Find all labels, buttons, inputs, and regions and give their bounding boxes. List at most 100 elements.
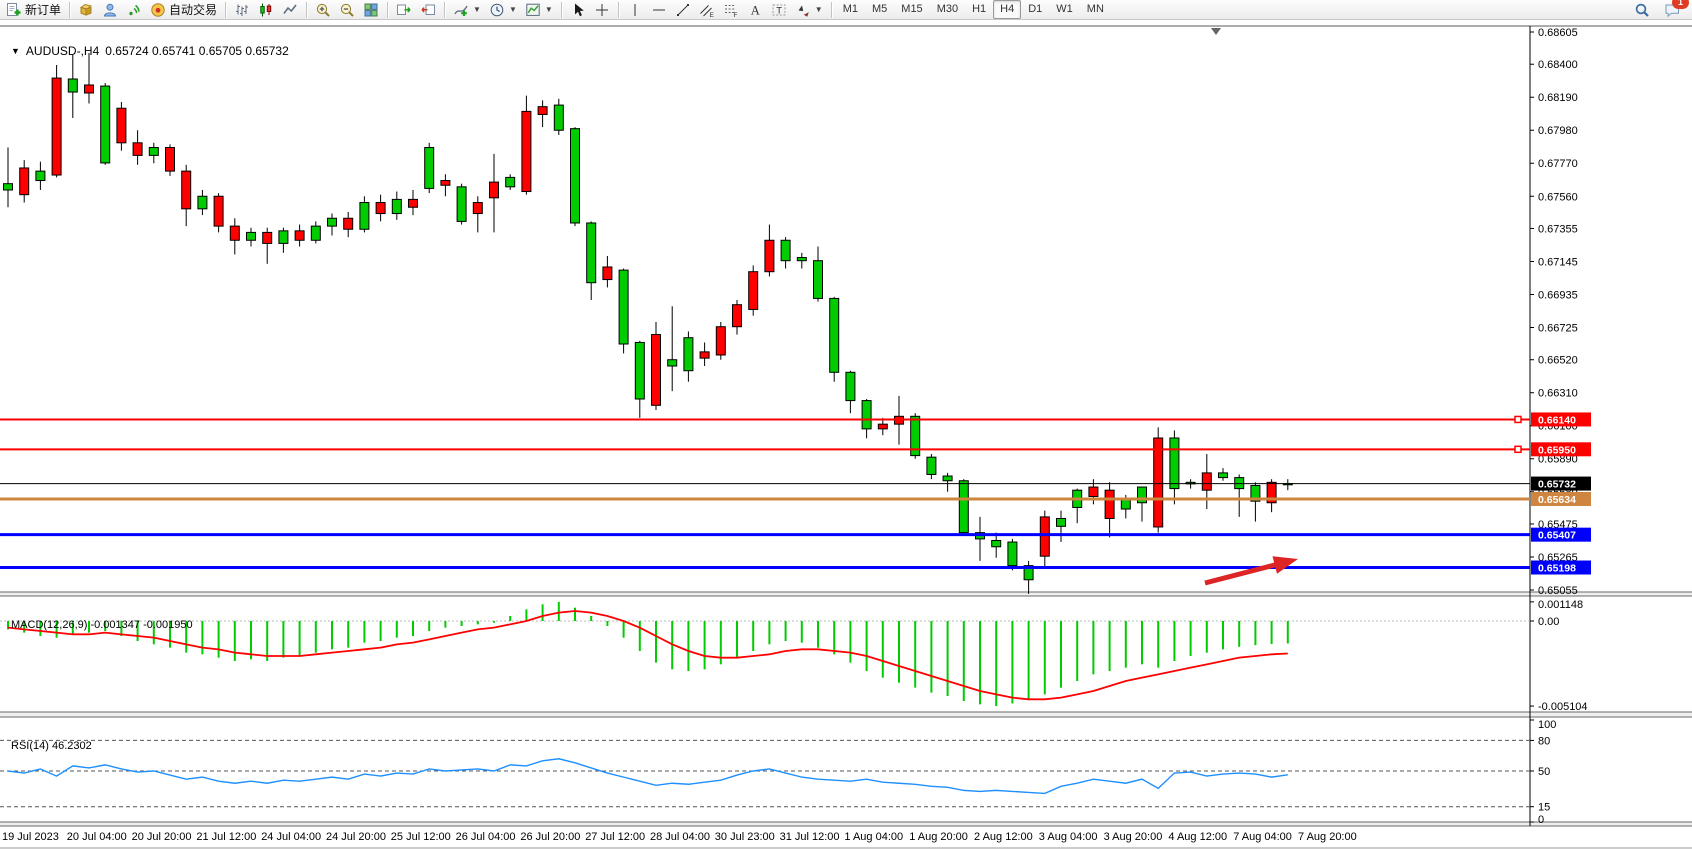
candle-body bbox=[1040, 517, 1049, 556]
trendline-button[interactable] bbox=[671, 0, 695, 20]
zoom-out-button[interactable] bbox=[335, 0, 359, 20]
svg-text:A: A bbox=[751, 3, 760, 17]
candle-body bbox=[425, 148, 434, 189]
fibonacci-icon: F bbox=[723, 2, 739, 18]
indicators-button[interactable]: ▼ bbox=[449, 0, 485, 20]
text-label-button[interactable]: T bbox=[767, 0, 791, 20]
signal-icon bbox=[126, 2, 142, 18]
svg-text:-0.005104: -0.005104 bbox=[1538, 701, 1588, 713]
candle-body bbox=[4, 184, 13, 190]
svg-text:0.65950: 0.65950 bbox=[1538, 444, 1576, 456]
tile-windows-button[interactable] bbox=[359, 0, 383, 20]
candle-body bbox=[490, 182, 499, 198]
notification-badge: 1 bbox=[1672, 0, 1689, 9]
chart-shift-button[interactable] bbox=[416, 0, 440, 20]
community-button[interactable] bbox=[98, 0, 122, 20]
auto-trading-button[interactable]: 自动交易 bbox=[146, 0, 221, 20]
svg-text:0.67770: 0.67770 bbox=[1538, 158, 1578, 170]
svg-text:0: 0 bbox=[1538, 814, 1544, 826]
vertical-line-button[interactable] bbox=[623, 0, 647, 20]
svg-text:2 Aug 12:00: 2 Aug 12:00 bbox=[974, 831, 1033, 843]
candle-body bbox=[198, 196, 207, 209]
text-button[interactable]: A bbox=[743, 0, 767, 20]
timeframe-m5-button[interactable]: M5 bbox=[865, 0, 894, 19]
svg-text:24 Jul 04:00: 24 Jul 04:00 bbox=[261, 831, 321, 843]
svg-text:26 Jul 04:00: 26 Jul 04:00 bbox=[456, 831, 516, 843]
candle-body bbox=[1154, 438, 1163, 527]
toolbar: 新订单自动交易▼▼▼EFAT▼M1M5M15M30H1H4D1W1MN1 bbox=[0, 0, 1692, 20]
new-order-button[interactable]: 新订单 bbox=[2, 0, 65, 20]
candle-body bbox=[862, 401, 871, 429]
arrows-button[interactable]: ▼ bbox=[791, 0, 827, 20]
svg-text:0.66310: 0.66310 bbox=[1538, 388, 1578, 400]
toolbar-separator bbox=[306, 2, 307, 18]
notifications-button[interactable]: 1 bbox=[1660, 0, 1684, 20]
candle-body bbox=[1170, 438, 1179, 489]
market-button[interactable] bbox=[74, 0, 98, 20]
candle-body bbox=[1219, 473, 1228, 478]
candle-body bbox=[214, 196, 223, 226]
auto-scroll-button[interactable] bbox=[392, 0, 416, 20]
candle-body bbox=[1089, 487, 1098, 496]
svg-text:27 Jul 12:00: 27 Jul 12:00 bbox=[585, 831, 645, 843]
price-chip-0.65950: 0.65950 bbox=[1531, 442, 1591, 456]
timeframe-d1-button[interactable]: D1 bbox=[1021, 0, 1049, 19]
svg-text:3 Aug 20:00: 3 Aug 20:00 bbox=[1104, 831, 1163, 843]
chart-quotes: 0.65724 0.65741 0.65705 0.65732 bbox=[105, 44, 289, 58]
candle-body bbox=[797, 258, 806, 261]
level-handle bbox=[1515, 446, 1521, 452]
horizontal-line-button[interactable] bbox=[647, 0, 671, 20]
candle-body bbox=[295, 231, 304, 240]
bar-chart-button[interactable] bbox=[230, 0, 254, 20]
signal-button[interactable] bbox=[122, 0, 146, 20]
candle-body bbox=[344, 218, 353, 229]
tile-windows-icon bbox=[363, 2, 379, 18]
timeframe-h1-button[interactable]: H1 bbox=[965, 0, 993, 19]
templates-button[interactable]: ▼ bbox=[521, 0, 557, 20]
timeframe-w1-button[interactable]: W1 bbox=[1049, 0, 1080, 19]
candle-body bbox=[765, 240, 774, 271]
zoom-in-button[interactable] bbox=[311, 0, 335, 20]
candle-body bbox=[846, 372, 855, 400]
timeframe-m15-button[interactable]: M15 bbox=[894, 0, 929, 19]
svg-text:24 Jul 20:00: 24 Jul 20:00 bbox=[326, 831, 386, 843]
macd-label: MACD(12,26,9) -0.001347 -0.001950 bbox=[11, 619, 193, 631]
line-chart-button[interactable] bbox=[278, 0, 302, 20]
svg-text:26 Jul 20:00: 26 Jul 20:00 bbox=[520, 831, 580, 843]
price-chip-0.65634: 0.65634 bbox=[1531, 492, 1591, 506]
timeframe-h4-button[interactable]: H4 bbox=[993, 0, 1021, 19]
svg-text:0.65634: 0.65634 bbox=[1538, 494, 1576, 506]
candle-body bbox=[473, 203, 482, 214]
svg-text:31 Jul 12:00: 31 Jul 12:00 bbox=[780, 831, 840, 843]
crosshair-button[interactable] bbox=[590, 0, 614, 20]
candle-body bbox=[52, 78, 61, 175]
trendline-icon bbox=[675, 2, 691, 18]
auto-scroll-icon bbox=[396, 2, 412, 18]
candle-body bbox=[279, 231, 288, 244]
fibonacci-button[interactable]: F bbox=[719, 0, 743, 20]
svg-text:0.66520: 0.66520 bbox=[1538, 355, 1578, 367]
svg-text:4 Aug 12:00: 4 Aug 12:00 bbox=[1168, 831, 1227, 843]
timeframe-mn-button[interactable]: MN bbox=[1080, 0, 1111, 19]
price-chart-canvas[interactable]: 0.686050.684000.681900.679800.677700.675… bbox=[0, 0, 1692, 849]
caret-down-icon: ▼ bbox=[545, 5, 553, 14]
search-button[interactable] bbox=[1630, 0, 1654, 20]
chart-line-icon bbox=[282, 2, 298, 18]
cursor-button[interactable] bbox=[566, 0, 590, 20]
candlestick-chart-button[interactable] bbox=[254, 0, 278, 20]
community-icon bbox=[102, 2, 118, 18]
candle-body bbox=[571, 129, 580, 223]
timeframe-m1-button[interactable]: M1 bbox=[836, 0, 865, 19]
crosshair-icon bbox=[594, 2, 610, 18]
svg-text:19 Jul 2023: 19 Jul 2023 bbox=[2, 831, 59, 843]
svg-text:T: T bbox=[776, 5, 782, 16]
svg-text:1 Aug 04:00: 1 Aug 04:00 bbox=[844, 831, 903, 843]
toolbar-separator bbox=[225, 2, 226, 18]
equidistant-channel-button[interactable]: E bbox=[695, 0, 719, 20]
periods-button[interactable]: ▼ bbox=[485, 0, 521, 20]
svg-text:7 Aug 20:00: 7 Aug 20:00 bbox=[1298, 831, 1357, 843]
price-chip-0.66140: 0.66140 bbox=[1531, 412, 1591, 426]
timeframe-m30-button[interactable]: M30 bbox=[930, 0, 965, 19]
chart-dropdown-icon[interactable]: ▼ bbox=[11, 46, 20, 56]
candle-body bbox=[376, 203, 385, 214]
